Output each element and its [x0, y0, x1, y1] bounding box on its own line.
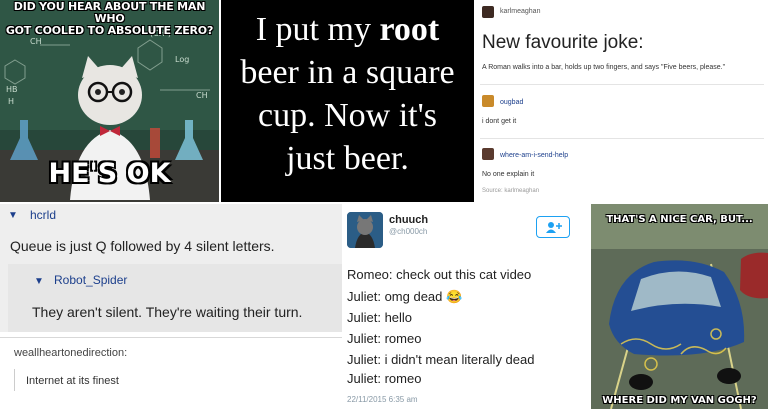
quote-bar: [14, 369, 15, 391]
root-beer-line-2: beer in a square: [240, 54, 455, 91]
tweet-line: Juliet: romeo: [347, 371, 422, 386]
divider: [0, 337, 342, 338]
reply-text: No one explain it: [482, 171, 535, 178]
van-gogh-car-image: [591, 204, 768, 409]
root-beer-line-3: cup. Now it's: [258, 97, 437, 134]
avatar[interactable]: [347, 212, 383, 248]
divider: [480, 138, 764, 139]
tweet-line: Juliet: i didn't mean literally dead: [347, 352, 535, 367]
follow-button[interactable]: [536, 216, 570, 238]
add-user-icon: [546, 222, 562, 233]
cat-avatar-icon: [347, 212, 383, 248]
tweet-line: Romeo: check out this cat video: [347, 267, 532, 282]
post-user[interactable]: hcrld: [30, 208, 56, 222]
root-beer-line-1: I put my root: [221, 8, 474, 51]
cat-video-tweet: chuuch @ch000ch Romeo: check out this ca…: [342, 204, 591, 409]
board-text: CH: [196, 91, 208, 100]
post-text: Internet at its finest: [26, 375, 119, 387]
post-title: New favourite joke:: [482, 32, 644, 53]
board-text: Log: [175, 55, 189, 64]
board-text: H: [8, 97, 14, 106]
van-gogh-car-meme: THAT'S A NICE CAR, BUT... WHERE DID MY V…: [591, 204, 768, 409]
queue-post: ▼ hcrld Queue is just Q followed by 4 si…: [0, 204, 342, 409]
reply-user[interactable]: where-am-i-send-help: [500, 152, 568, 159]
divider: [480, 84, 764, 85]
avatar[interactable]: [482, 148, 494, 160]
tumblr-joke-post: karlmeaghan New favourite joke: A Roman …: [476, 0, 768, 202]
avatar[interactable]: [482, 95, 494, 107]
post-text: They aren't silent. They're waiting thei…: [32, 304, 303, 320]
tweet-timestamp[interactable]: 22/11/2015 6:35 am: [347, 395, 418, 404]
chemistry-cat-meme: CH (CH³) Log HB H CH DID YOU HEAR ABOUT …: [0, 0, 219, 202]
tweet-line: Juliet: omg dead 😂: [347, 289, 463, 304]
meme-top-caption: THAT'S A NICE CAR, BUT...: [606, 214, 753, 225]
post-author[interactable]: karlmeaghan: [500, 8, 540, 15]
root-beer-line-1-start: I put my: [255, 11, 380, 48]
meme-bottom-caption: WHERE DID MY VAN GOGH?: [602, 395, 757, 406]
tweet-author-name[interactable]: chuuch: [389, 214, 428, 226]
meme-top-line: DID YOU HEAR ABOUT THE MAN WHO: [13, 0, 206, 25]
board-text: HB: [6, 85, 18, 94]
post-body: A Roman walks into a bar, holds up two f…: [482, 64, 726, 71]
reply-user[interactable]: ougbad: [500, 99, 523, 106]
post-user[interactable]: weallheartonedirection:: [14, 347, 127, 359]
post-source[interactable]: Source: karlmeaghan: [482, 188, 539, 194]
triangle-icon: ▼: [34, 276, 44, 287]
board-text: CH: [30, 37, 42, 46]
meme-top-line: GOT COOLED TO ABSOLUTE ZERO?: [5, 24, 214, 37]
tweet-line: Juliet: hello: [347, 310, 413, 325]
meme-bottom-caption: HE'S OK: [48, 158, 171, 189]
tweet-line: Juliet: romeo: [347, 331, 422, 346]
tweet-handle[interactable]: @ch000ch: [389, 227, 427, 236]
meme-top-caption: DID YOU HEAR ABOUT THE MAN WHO GOT COOLE…: [0, 1, 219, 37]
root-beer-joke: I put my root beer in a square cup. Now …: [221, 0, 474, 202]
avatar[interactable]: [482, 6, 494, 18]
reply-text: i dont get it: [482, 118, 517, 125]
post-text: Queue is just Q followed by 4 silent let…: [10, 238, 275, 254]
root-beer-text: I put my root beer in a square cup. Now …: [221, 8, 474, 180]
root-beer-bold-word: root: [379, 11, 440, 48]
root-beer-line-4: just beer.: [286, 140, 409, 177]
triangle-icon: ▼: [8, 210, 18, 221]
post-user[interactable]: Robot_Spider: [54, 273, 127, 287]
